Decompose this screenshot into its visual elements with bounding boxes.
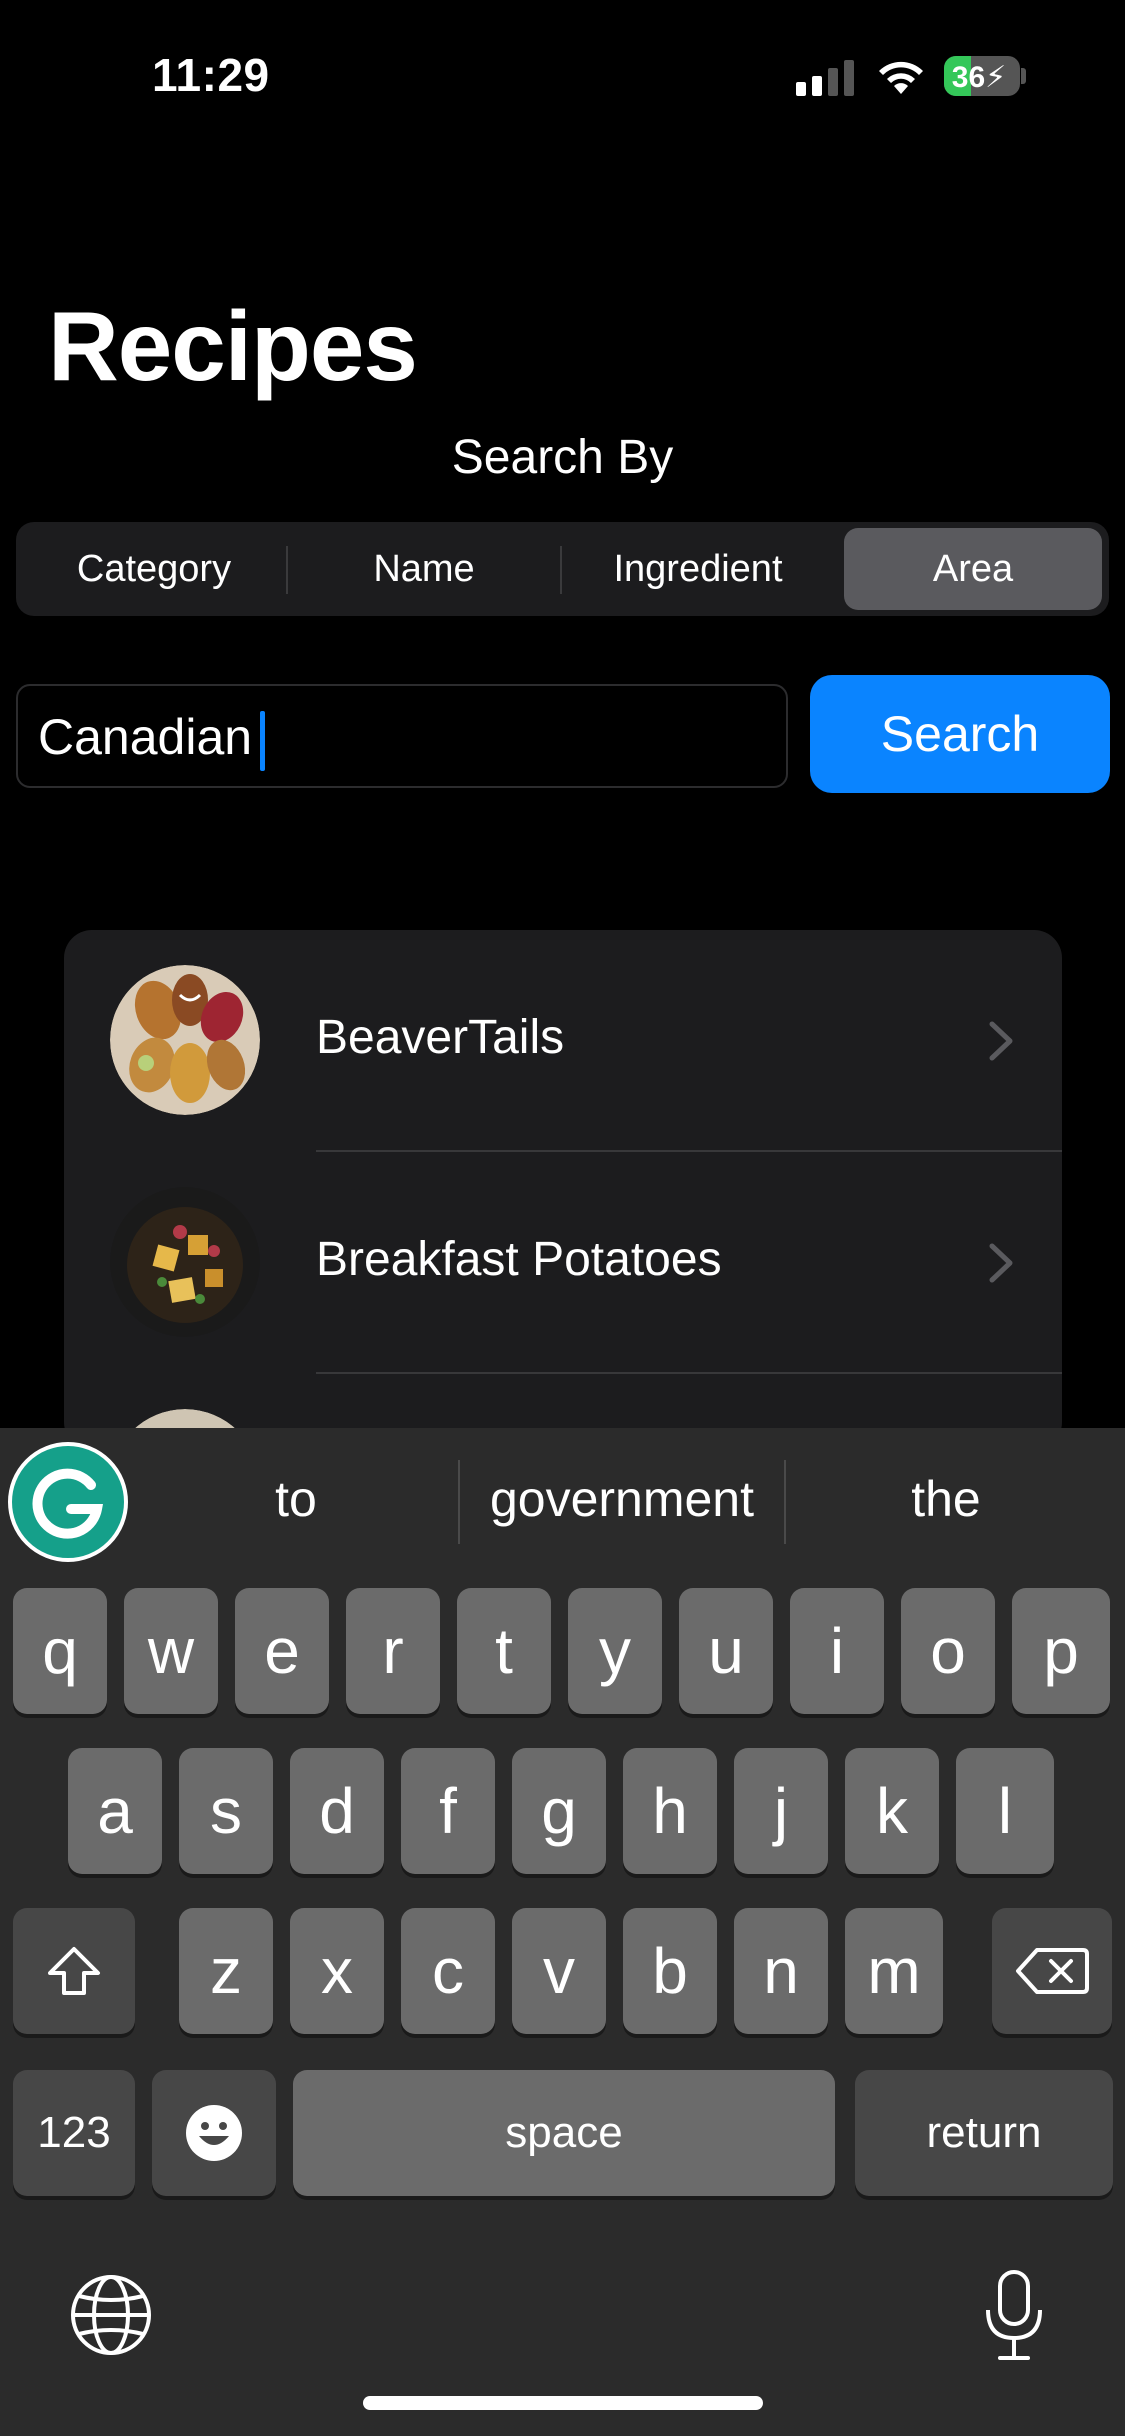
key-j[interactable]: j bbox=[734, 1748, 828, 1874]
key-f[interactable]: f bbox=[401, 1748, 495, 1874]
key-z[interactable]: z bbox=[179, 1908, 273, 2034]
recipe-name: BeaverTails bbox=[316, 1011, 565, 1064]
key-r[interactable]: r bbox=[346, 1588, 440, 1714]
shift-icon bbox=[48, 1947, 100, 1995]
search-by-segmented-control: Category Name Ingredient Area bbox=[16, 522, 1109, 616]
results-list: BeaverTails Breakfast Potatoes bbox=[64, 930, 1062, 1450]
key-u[interactable]: u bbox=[679, 1588, 773, 1714]
shift-key[interactable] bbox=[13, 1908, 135, 2034]
segment-ingredient[interactable]: Ingredient bbox=[562, 528, 834, 610]
wifi-icon bbox=[879, 61, 923, 94]
suggestion-divider bbox=[458, 1460, 460, 1544]
recipe-name: Breakfast Potatoes bbox=[316, 1233, 722, 1286]
key-g[interactable]: g bbox=[512, 1748, 606, 1874]
page-title: Recipes bbox=[48, 291, 418, 401]
backspace-icon bbox=[1016, 1948, 1089, 1994]
emoji-icon bbox=[186, 2105, 242, 2161]
key-y[interactable]: y bbox=[568, 1588, 662, 1714]
segment-category[interactable]: Category bbox=[22, 528, 286, 610]
globe-icon[interactable] bbox=[68, 2272, 154, 2358]
suggestion-item[interactable]: to bbox=[196, 1470, 396, 1528]
recipe-thumbnail bbox=[110, 1187, 260, 1337]
recipe-thumbnail bbox=[110, 965, 260, 1115]
suggestion-divider bbox=[784, 1460, 786, 1544]
emoji-key[interactable] bbox=[152, 2070, 276, 2196]
key-b[interactable]: b bbox=[623, 1908, 717, 2034]
grammarly-icon[interactable] bbox=[8, 1442, 128, 1562]
key-n[interactable]: n bbox=[734, 1908, 828, 2034]
key-a[interactable]: a bbox=[68, 1748, 162, 1874]
backspace-key[interactable] bbox=[992, 1908, 1112, 2034]
key-h[interactable]: h bbox=[623, 1748, 717, 1874]
list-item[interactable]: BeaverTails bbox=[64, 930, 1062, 1152]
numbers-key[interactable]: 123 bbox=[13, 2070, 135, 2196]
key-l[interactable]: l bbox=[956, 1748, 1054, 1874]
key-i[interactable]: i bbox=[790, 1588, 884, 1714]
segment-area[interactable]: Area bbox=[844, 528, 1102, 610]
return-key[interactable]: return bbox=[855, 2070, 1113, 2196]
status-time: 11:29 bbox=[152, 49, 270, 101]
key-x[interactable]: x bbox=[290, 1908, 384, 2034]
segment-name[interactable]: Name bbox=[288, 528, 560, 610]
text-caret bbox=[260, 710, 266, 771]
search-input-value: Canadian bbox=[38, 709, 253, 765]
key-m[interactable]: m bbox=[845, 1908, 943, 2034]
key-c[interactable]: c bbox=[401, 1908, 495, 2034]
key-q[interactable]: q bbox=[13, 1588, 107, 1714]
search-button[interactable]: Search bbox=[810, 675, 1110, 793]
cellular-signal-icon bbox=[796, 60, 856, 96]
search-by-label: Search By bbox=[451, 431, 674, 484]
key-v[interactable]: v bbox=[512, 1908, 606, 2034]
key-w[interactable]: w bbox=[124, 1588, 218, 1714]
search-input[interactable]: Canadian bbox=[16, 684, 788, 788]
chevron-right-icon bbox=[989, 1021, 1013, 1061]
key-o[interactable]: o bbox=[901, 1588, 995, 1714]
microphone-icon[interactable] bbox=[982, 2268, 1046, 2364]
battery-icon: 36⚡ bbox=[944, 56, 1020, 96]
key-k[interactable]: k bbox=[845, 1748, 939, 1874]
battery-percent: 36 bbox=[951, 61, 986, 94]
key-d[interactable]: d bbox=[290, 1748, 384, 1874]
list-item[interactable]: Breakfast Potatoes bbox=[64, 1152, 1062, 1374]
battery-nub bbox=[1021, 68, 1026, 84]
home-indicator[interactable] bbox=[363, 2396, 763, 2410]
key-t[interactable]: t bbox=[457, 1588, 551, 1714]
suggestion-item[interactable]: the bbox=[788, 1470, 1104, 1528]
key-e[interactable]: e bbox=[235, 1588, 329, 1714]
suggestion-item[interactable]: government bbox=[462, 1470, 782, 1528]
key-p[interactable]: p bbox=[1012, 1588, 1110, 1714]
space-key[interactable]: space bbox=[293, 2070, 835, 2196]
key-s[interactable]: s bbox=[179, 1748, 273, 1874]
chevron-right-icon bbox=[989, 1243, 1013, 1283]
